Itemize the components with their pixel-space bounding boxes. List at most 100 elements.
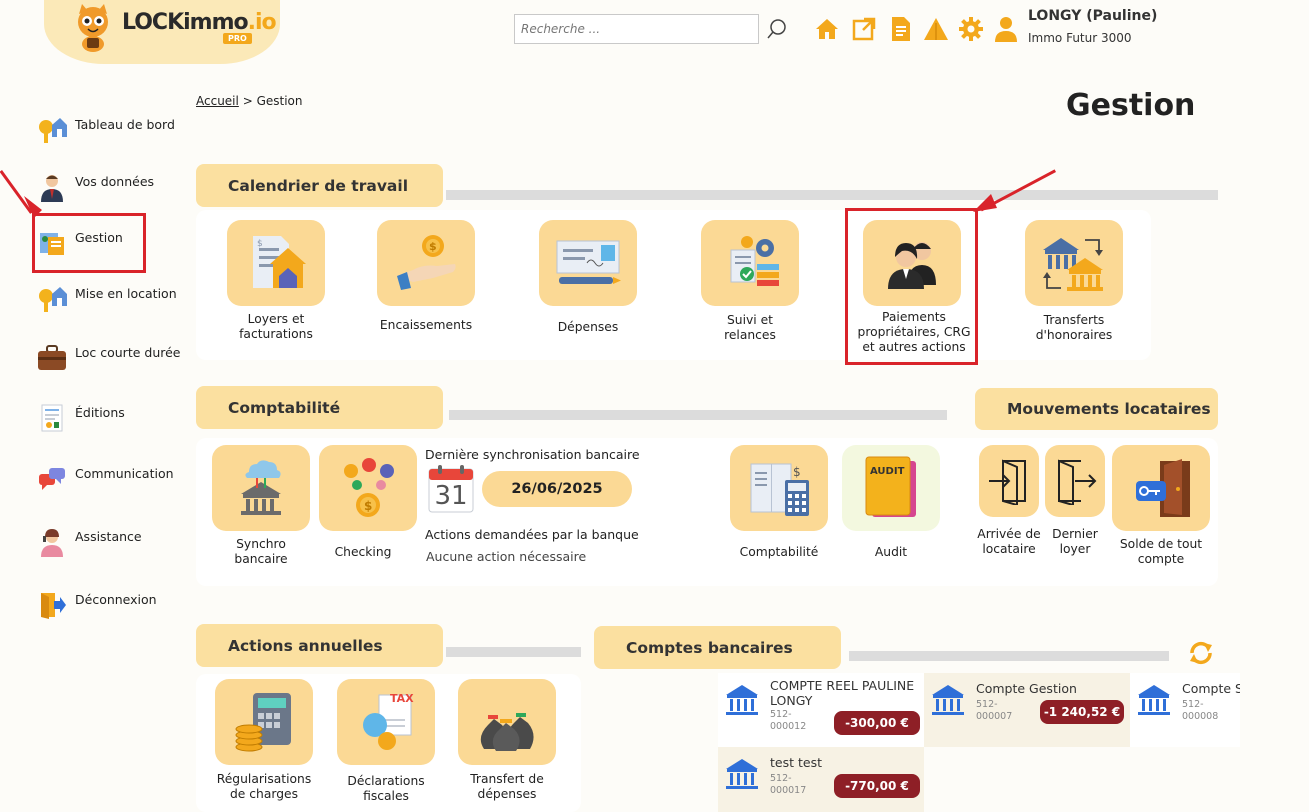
tax-badge: TAX [390, 692, 414, 705]
svg-text:$: $ [793, 465, 801, 479]
sidebar-item-communication[interactable]: Communication [36, 464, 196, 494]
search-input[interactable] [514, 14, 759, 44]
bank-sync-icon [241, 460, 281, 515]
sidebar-item-label: Déconnexion [75, 592, 157, 607]
svg-text:$: $ [364, 499, 372, 513]
tile-depenses[interactable] [539, 220, 637, 306]
tile-label: Dépenses [557, 320, 619, 334]
user-name[interactable]: LONGY (Pauline) [1028, 8, 1157, 24]
tile-regularisations-charges[interactable] [215, 679, 313, 765]
check-pen-icon [556, 240, 621, 284]
alert-icon[interactable] [923, 16, 949, 42]
tile-label: Transfert de dépenses [470, 772, 544, 801]
section-title-comptabilite: Comptabilité [196, 386, 443, 429]
tile-arrivee-locataire[interactable] [979, 445, 1039, 517]
section-title-calendrier: Calendrier de travail [196, 164, 443, 207]
tile-label: Transferts d'honoraires [1035, 313, 1113, 342]
tile-synchro-bancaire[interactable] [212, 445, 310, 531]
account-name: test test [770, 755, 822, 770]
section-title-comptes-bancaires: Comptes bancaires [594, 626, 841, 669]
sidebar-item-assistance[interactable]: Assistance [36, 527, 196, 557]
external-link-icon[interactable] [851, 16, 877, 42]
tile-checking[interactable]: $ [319, 445, 417, 531]
tile-label: Loyers et facturations [239, 312, 313, 341]
ledger-calculator-icon: $ [750, 463, 809, 516]
door-enter-icon [989, 459, 1026, 505]
key-house-icon [36, 284, 68, 314]
hand-coin-icon: $ [397, 235, 456, 290]
document-icon[interactable] [888, 16, 914, 42]
logo-wordmark[interactable]: LOCKimmo.io [122, 10, 277, 35]
sidebar-item-mise-en-location[interactable]: Mise en location [36, 284, 196, 314]
sidebar-item-vos-donnees[interactable]: Vos données [36, 172, 196, 202]
account-name: LONGY [770, 693, 813, 708]
section-title-actions-annuelles: Actions annuelles [196, 624, 443, 667]
tile-audit[interactable] [842, 445, 940, 531]
tile-transferts-honoraires[interactable] [1025, 220, 1123, 306]
tile-label: Suivi et relances [724, 313, 776, 342]
sidebar-item-loc-courte-duree[interactable]: Loc courte durée [36, 343, 196, 373]
sidebar-item-label: Tableau de bord [75, 117, 175, 132]
bank-icon [724, 683, 760, 720]
sidebar-item-label: Communication [75, 466, 174, 481]
breadcrumb: Accueil > Gestion [196, 94, 303, 108]
account-balance: -300,00 € [834, 711, 920, 735]
bank-icon [1136, 683, 1172, 720]
refresh-icon[interactable] [1188, 640, 1214, 666]
audit-folder-icon [865, 456, 916, 517]
highlight-box-gestion [32, 213, 146, 273]
logo-pro-badge: PRO [223, 33, 252, 44]
calendar-day: 31 [434, 481, 468, 511]
tile-suivi-relances[interactable] [701, 220, 799, 306]
bank-actions-label: Actions demandées par la banque [425, 527, 639, 542]
section-divider [446, 190, 1218, 200]
report-icon [36, 403, 68, 433]
tile-declarations-fiscales[interactable] [337, 679, 435, 765]
sidebar-item-label: Éditions [75, 405, 125, 420]
gear-icon[interactable] [958, 16, 984, 42]
bank-account-card[interactable]: test test 512- 000017 -770,00 € [718, 747, 924, 812]
sidebar-item-tableau-de-bord[interactable]: Tableau de bord [36, 115, 196, 145]
tile-comptabilite[interactable]: $ [730, 445, 828, 531]
tile-encaissements[interactable]: $ [377, 220, 475, 306]
bank-transfer-icon [1043, 238, 1103, 291]
bank-account-card[interactable]: Compte Gestion 512- 000007 -1 240,52 € [924, 673, 1130, 747]
sidebar-item-editions[interactable]: Éditions [36, 403, 196, 433]
sidebar-item-label: Assistance [75, 529, 142, 544]
user-organization: Immo Futur 3000 [1028, 31, 1132, 45]
bank-account-card[interactable]: Compte S 512- 000008 [1130, 673, 1240, 747]
door-exit-icon [1058, 459, 1097, 505]
tile-transfert-depenses[interactable] [458, 679, 556, 765]
chat-icon [36, 464, 68, 494]
account-number: 000008 [1182, 711, 1219, 722]
account-name: Compte Gestion [976, 681, 1077, 696]
breadcrumb-home-link[interactable]: Accueil [196, 94, 239, 108]
section-title-mouvements: Mouvements locataires [975, 388, 1218, 430]
calculator-coins-icon [235, 693, 291, 752]
user-icon[interactable] [993, 16, 1019, 42]
bank-account-card[interactable]: COMPTE REEL PAULINE LONGY 512- 000012 -300… [718, 673, 924, 747]
breadcrumb-separator: > [242, 94, 253, 108]
sidebar-item-deconnexion[interactable]: Déconnexion [36, 590, 196, 620]
tile-label: Régularisations de charges [216, 772, 312, 801]
tile-label: Déclarations fiscales [347, 774, 425, 803]
home-icon[interactable] [814, 16, 840, 42]
tile-label: Solde de tout compte [1119, 537, 1203, 566]
tile-loyers-facturations[interactable]: $ [227, 220, 325, 306]
annotation-arrow-head-icon [24, 196, 42, 218]
tile-label: Checking [334, 545, 392, 559]
sidebar-item-label: Mise en location [75, 286, 177, 301]
account-name: Compte S [1182, 681, 1240, 696]
account-number: 000017 [770, 785, 807, 796]
tile-solde-tout-compte[interactable] [1112, 445, 1210, 531]
tile-label: Encaissements [379, 318, 473, 332]
account-balance: -1 240,52 € [1040, 700, 1124, 724]
support-agent-icon [36, 527, 68, 557]
tile-dernier-loyer[interactable] [1045, 445, 1105, 517]
account-balance: -770,00 € [834, 774, 920, 798]
invoice-house-icon: $ [253, 236, 306, 288]
svg-text:$: $ [257, 239, 263, 249]
search-icon[interactable] [764, 16, 790, 42]
sidebar-item-label: Loc courte durée [75, 345, 181, 360]
account-number: 512- [770, 773, 792, 784]
